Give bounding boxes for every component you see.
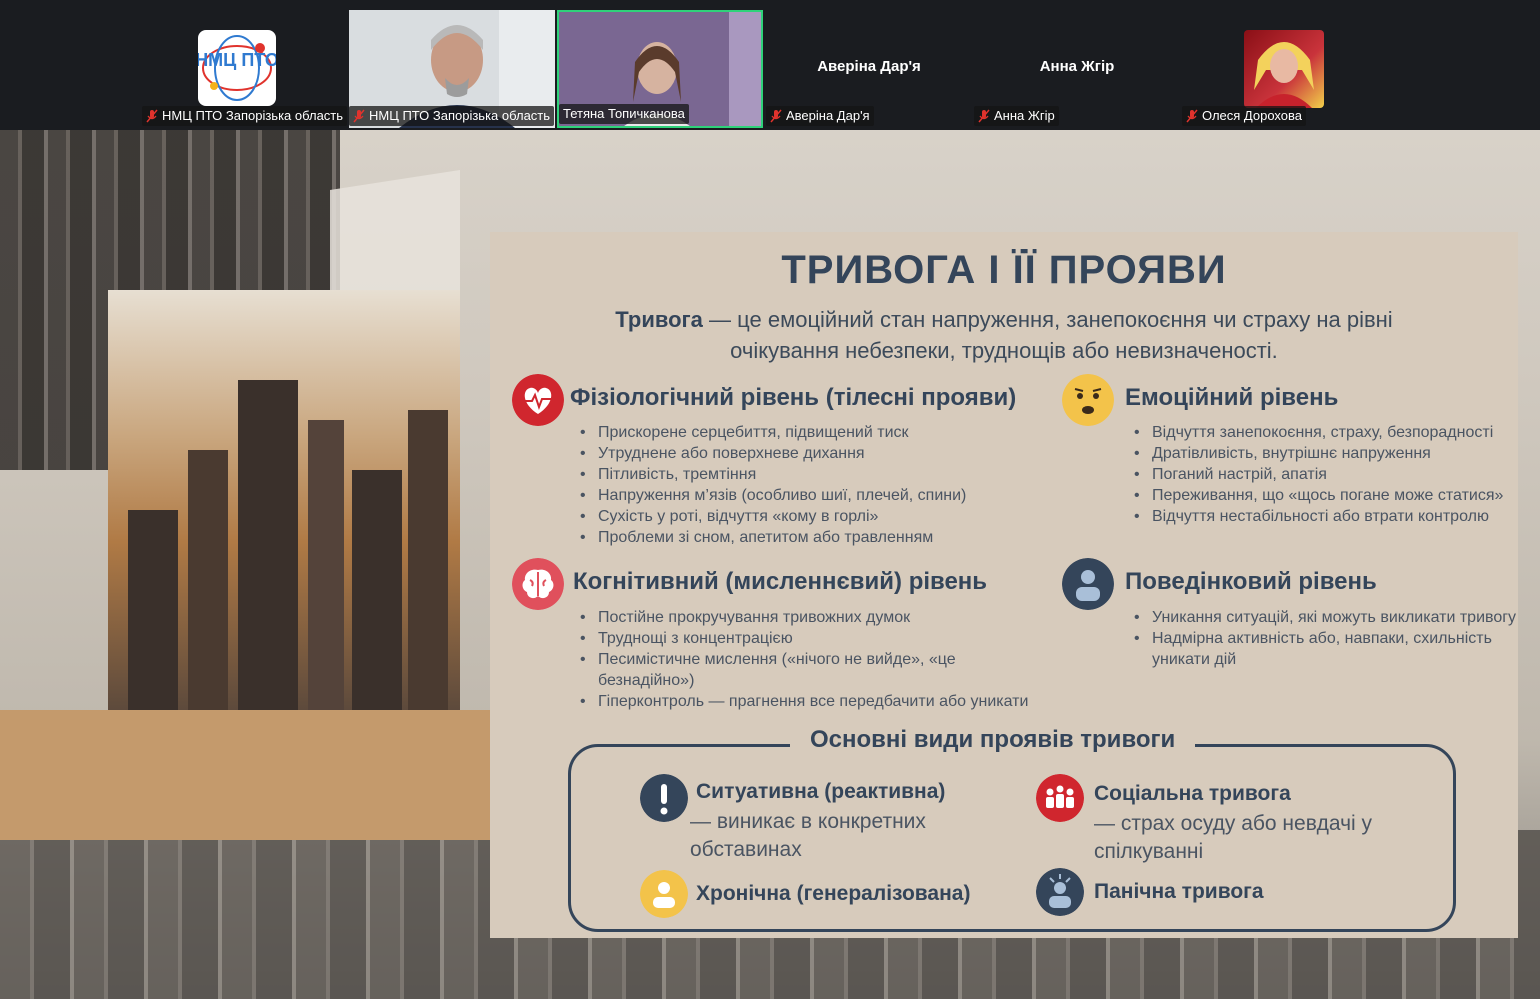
worried-face-icon (1062, 374, 1114, 426)
person-yellow-icon (640, 870, 688, 918)
exclamation-icon (640, 774, 688, 822)
participant-name: НМЦ ПТО Запорізька область (142, 106, 348, 126)
shared-screen-slide: ТРИВОГА І ЇЇ ПРОЯВИ Тривога — це емоційн… (0, 130, 1540, 999)
participant-name: НМЦ ПТО Запорізька область (349, 106, 555, 126)
section-title-emotional: Емоційний рівень (1125, 384, 1339, 411)
list-item: Відчуття занепокоєння, страху, безпорадн… (1134, 422, 1532, 443)
list-item: Труднощі з концентрацією (580, 628, 1068, 649)
list-item: Надмірна активність або, навпаки, схильн… (1134, 628, 1532, 670)
definition: Тривога — це емоційний стан напруження, … (570, 304, 1438, 366)
heart-pulse-icon (512, 374, 564, 426)
list-physiological: Прискорене серцебиття, підвищений тиск У… (576, 422, 1058, 548)
participant-tile-4[interactable]: Аверіна Дар'я Аверіна Дар'я (766, 10, 972, 128)
participant-tile-5[interactable]: Анна Жгір Анна Жгір (974, 10, 1180, 128)
list-item: Переживання, що «щось погане може статис… (1134, 485, 1532, 506)
decor-band (0, 710, 560, 840)
panic-person-icon (1036, 868, 1084, 916)
participant-name: Анна Жгір (974, 106, 1059, 126)
content-card: ТРИВОГА І ЇЇ ПРОЯВИ Тривога — це емоційн… (490, 232, 1518, 938)
kind-desc-social: — страх осуду або невдачі у спілкуванні (1094, 812, 1373, 863)
mic-muted-icon (146, 109, 158, 123)
participant-display-name: Аверіна Дар'я (817, 58, 921, 75)
participant-name: Тетяна Топичканова (559, 104, 689, 124)
list-item: Утруднене або поверхневе дихання (580, 443, 1058, 464)
list-cognitive: Постійне прокручування тривожних думок Т… (576, 607, 1068, 712)
participant-name: Олеся Дорохова (1182, 106, 1307, 126)
list-item: Сухість у роті, відчуття «кому в горлі» (580, 506, 1058, 527)
list-item: Пітливість, тремтіння (580, 464, 1058, 485)
slide-title: ТРИВОГА І ЇЇ ПРОЯВИ (781, 248, 1227, 292)
participant-tile-6[interactable]: Олеся Дорохова (1182, 10, 1388, 128)
org-logo: НМЦ ПТО (198, 30, 276, 106)
mic-muted-icon (353, 109, 365, 123)
section-title-behavioral: Поведінковий рівень (1125, 568, 1377, 595)
kind-title-chronic: Хронічна (генералізована) (696, 882, 971, 905)
list-item: Напруження м’язів (особливо шиї, плечей,… (580, 485, 1058, 506)
decor-shape (330, 170, 460, 310)
section-title-cognitive: Когнітивний (мисленнєвий) рівень (573, 568, 988, 595)
avatar (1244, 30, 1324, 108)
participant-tile-1[interactable]: НМЦ ПТО НМЦ ПТО Запорізька область (142, 10, 348, 128)
list-item: Гіперконтроль — прагнення все передбачит… (580, 691, 1068, 712)
list-emotional: Відчуття занепокоєння, страху, безпорадн… (1130, 422, 1532, 527)
participants-strip: НМЦ ПТО НМЦ ПТО Запорізька область НМЦ П… (0, 0, 1540, 130)
person-icon (1062, 558, 1114, 610)
kind-title-situational: Ситуативна (реактивна) (696, 780, 946, 803)
list-item: Уникання ситуацій, які можуть викликати … (1134, 607, 1532, 628)
definition-term: Тривога (615, 307, 703, 332)
participant-tile-active-speaker[interactable]: Тетяна Топичканова (557, 10, 763, 128)
mic-muted-icon (770, 109, 782, 123)
participant-name: Аверіна Дар'я (766, 106, 874, 126)
list-item: Поганий настрій, апатія (1134, 464, 1532, 485)
participant-display-name: Анна Жгір (1039, 58, 1115, 75)
list-item: Прискорене серцебиття, підвищений тиск (580, 422, 1058, 443)
list-behavioral: Уникання ситуацій, які можуть викликати … (1130, 607, 1532, 670)
list-item: Проблеми зі сном, апетитом або травлення… (580, 527, 1058, 548)
kind-title-social: Соціальна тривога (1094, 782, 1291, 805)
participant-tile-2[interactable]: НМЦ ПТО Запорізька область (349, 10, 555, 128)
list-item: Песимістичне мислення («нічого не вийде»… (580, 649, 978, 691)
definition-text: — це емоційний стан напруження, занепоко… (702, 307, 1393, 363)
section-title-physiological: Фізіологічний рівень (тілесні прояви) (570, 384, 1017, 411)
logo-text: НМЦ ПТО (198, 50, 276, 70)
kinds-title: Основні види проявів тривоги (790, 726, 1196, 754)
kind-desc-situational: — виникає в конкретних обставинах (690, 810, 926, 861)
city-sunset-photo (108, 290, 460, 710)
mic-muted-icon (1186, 109, 1198, 123)
brain-icon (512, 558, 564, 610)
list-item: Постійне прокручування тривожних думок (580, 607, 1068, 628)
mic-muted-icon (978, 109, 990, 123)
list-item: Дратівливість, внутрішнє напруження (1134, 443, 1532, 464)
group-icon (1036, 774, 1084, 822)
kind-title-panic: Панічна тривога (1094, 880, 1264, 903)
list-item: Відчуття нестабільності або втрати контр… (1134, 506, 1532, 527)
